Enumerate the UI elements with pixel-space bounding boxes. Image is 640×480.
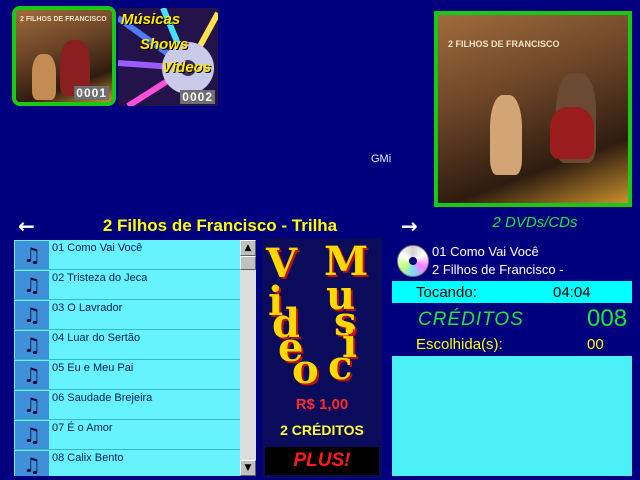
now-playing-artist: 2 Filhos de Francisco - xyxy=(432,262,564,277)
track-title: 06 Saudade Brejeira xyxy=(52,392,153,404)
music-note-icon: ♫ xyxy=(15,361,49,389)
track-title: 07 É o Amor xyxy=(52,422,113,434)
track-item[interactable]: ♫ 03 O Lavrador xyxy=(14,300,240,330)
plus-button[interactable]: PLUS! xyxy=(265,447,379,475)
music-note-icon: ♫ xyxy=(15,331,49,359)
chosen-label: Escolhida(s): xyxy=(416,336,503,353)
scroll-thumb[interactable] xyxy=(240,256,256,270)
chosen-value: 00 xyxy=(587,336,604,353)
scroll-up-button[interactable]: ▲ xyxy=(240,240,256,256)
accordion-graphic xyxy=(550,107,594,159)
playing-time: 04:04 xyxy=(553,284,591,301)
cd-disc-hole xyxy=(409,257,417,265)
track-title: 03 O Lavrador xyxy=(52,302,123,314)
track-list[interactable]: ♫ 01 Como Vai Você ♫ 02 Tristeza do Jeca ♫… xyxy=(14,240,240,476)
credits-offer-label: 2 CRÉDITOS xyxy=(280,422,364,438)
menu-word-videos: Vídeos xyxy=(162,59,212,76)
album-cover-large: 2 FILHOS DE FRANCISCO xyxy=(434,11,632,207)
album-thumbnail-0002[interactable]: Músicas Shows Vídeos 0002 xyxy=(118,8,218,106)
track-title: 04 Luar do Sertão xyxy=(52,332,141,344)
music-note-icon: ♫ xyxy=(15,451,49,476)
now-playing-song: 01 Como Vai Você xyxy=(432,244,539,259)
cover-title-text: 2 FILHOS DE FRANCISCO xyxy=(448,39,560,49)
child-figure xyxy=(32,54,56,100)
track-title: 01 Como Vai Você xyxy=(52,242,143,254)
music-note-icon: ♫ xyxy=(15,301,49,329)
track-item[interactable]: ♫ 04 Luar do Sertão xyxy=(14,330,240,360)
track-list-scrollbar[interactable]: ▲ ▼ xyxy=(240,240,256,476)
track-title: 08 Calix Bento xyxy=(52,452,124,464)
price-label: R$ 1,00 xyxy=(295,396,349,413)
watermark-text: GMi xyxy=(371,153,392,165)
track-item[interactable]: ♫ 08 Calix Bento xyxy=(14,450,240,476)
music-note-icon: ♫ xyxy=(15,391,49,419)
vmusic-logo: V M u s i c i d e o xyxy=(262,238,382,478)
track-title: 05 Eu e Meu Pai xyxy=(52,362,134,374)
arrow-left-icon[interactable]: ← xyxy=(18,214,35,238)
track-title: 02 Tristeza do Jeca xyxy=(52,272,148,284)
credits-label: CRÉDITOS xyxy=(418,309,524,330)
playing-label: Tocando: xyxy=(416,284,477,301)
disc-count-label: 2 DVDs/CDs xyxy=(492,214,578,231)
logo-letter: o xyxy=(292,346,319,393)
album-title: 2 Filhos de Francisco - Trilha xyxy=(102,216,338,235)
logo-letter: c xyxy=(328,342,353,389)
boy-figure xyxy=(490,95,522,175)
track-item[interactable]: ♫ 05 Eu e Meu Pai xyxy=(14,360,240,390)
track-item[interactable]: ♫ 07 É o Amor xyxy=(14,420,240,450)
track-item[interactable]: ♫ 06 Saudade Brejeira xyxy=(14,390,240,420)
album-number: 0001 xyxy=(74,86,109,100)
arrow-right-icon[interactable]: → xyxy=(401,214,418,238)
credits-value: 008 xyxy=(587,305,628,332)
album-cover-title: 2 FILHOS DE FRANCISCO xyxy=(20,16,107,23)
music-note-icon: ♫ xyxy=(15,241,49,269)
track-item[interactable]: ♫ 02 Tristeza do Jeca xyxy=(14,270,240,300)
music-note-icon: ♫ xyxy=(15,421,49,449)
track-item[interactable]: ♫ 01 Como Vai Você xyxy=(14,240,240,270)
album-thumbnail-0001[interactable]: 2 FILHOS DE FRANCISCO 0001 xyxy=(12,6,116,106)
menu-word-shows: Shows xyxy=(140,36,189,53)
menu-word-musicas: Músicas xyxy=(121,11,181,28)
music-note-icon: ♫ xyxy=(15,271,49,299)
scroll-down-button[interactable]: ▼ xyxy=(240,460,256,476)
album-number: 0002 xyxy=(180,90,215,104)
